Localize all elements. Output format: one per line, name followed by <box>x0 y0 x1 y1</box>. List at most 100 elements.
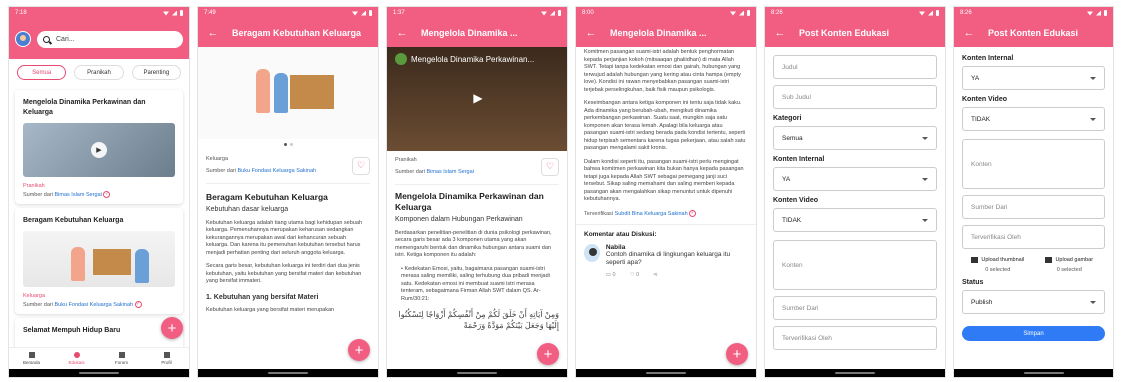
source-link[interactable]: Bimas Islam Sergai <box>55 192 102 198</box>
verified-link[interactable]: Subdit Bina Keluarga Sakinah <box>615 210 688 216</box>
konten-field[interactable]: Konten <box>773 240 937 290</box>
wifi-icon <box>730 11 736 16</box>
add-fab[interactable]: + <box>726 343 748 365</box>
play-icon[interactable]: ▶ <box>91 142 107 158</box>
judul-field[interactable]: Judul <box>773 55 937 79</box>
carousel-dots <box>198 143 378 146</box>
card-source: Sumber dari Buku Fondasi Keluarga Sakina… <box>23 301 175 308</box>
search-icon <box>43 35 50 43</box>
app-bar: ← Mengelola Dinamika ... <box>387 19 567 47</box>
carousel-dot[interactable] <box>283 143 287 146</box>
status-time: 7:18 <box>15 10 27 16</box>
play-icon[interactable]: ▶ <box>469 89 487 107</box>
battery-icon <box>1104 10 1107 16</box>
avatar[interactable] <box>15 31 31 47</box>
system-nav-bar <box>387 369 567 377</box>
upload-thumbnail-button[interactable]: Upload thumbnail 0 selected <box>962 257 1034 273</box>
video-player[interactable]: Mengelola Dinamika Perkawinan... ▶ <box>387 47 567 151</box>
upload-row: Upload thumbnail 0 selected Upload gamba… <box>962 257 1105 273</box>
wifi-icon <box>919 11 925 16</box>
commenter-name: Nabila <box>605 243 626 251</box>
add-fab[interactable]: + <box>537 343 559 365</box>
verifikasi-field[interactable]: Terverifikasi Oleh <box>773 326 937 350</box>
article-paragraph: Keseimbangan antara ketiga komponen ini … <box>584 100 746 151</box>
share-icon[interactable]: ⋖ <box>653 272 658 278</box>
nav-profil[interactable]: Profil <box>144 348 189 369</box>
chip-semua[interactable]: Semua <box>17 65 67 80</box>
article-subheading: Komponen dalam Hubungan Perkawinan <box>395 216 523 223</box>
nav-beranda[interactable]: Beranda <box>9 348 54 369</box>
konten-video-select[interactable]: TIDAK <box>962 107 1105 131</box>
source-link[interactable]: Buku Fondasi Keluarga Sakinah <box>238 168 317 174</box>
status-time: 8:26 <box>771 10 783 16</box>
upload-thumbnail-label: Upload thumbnail <box>981 257 1025 263</box>
status-value: Publish <box>971 298 993 306</box>
nav-edukasi[interactable]: Edukasi <box>54 348 99 369</box>
nav-forum[interactable]: Forum <box>99 348 144 369</box>
signal-icon <box>1096 10 1101 16</box>
card-category: Keluarga <box>23 293 46 299</box>
sumber-field[interactable]: Sumber Dari <box>962 195 1105 219</box>
content-card[interactable]: Beragam Kebutuhan Keluarga Keluarga Sumb… <box>15 208 183 314</box>
article-subheading: Kebutuhan dasar keluarga <box>206 206 289 213</box>
konten-field[interactable]: Konten <box>962 139 1105 189</box>
reply-button[interactable]: ▭ 0 <box>606 272 616 278</box>
status-bar: 8:26 <box>765 7 945 19</box>
status-bar: 8:00 <box>576 7 756 19</box>
source-prefix: Sumber dari <box>23 191 53 198</box>
card-category: Pranikah <box>23 183 45 189</box>
konten-internal-select[interactable]: YA <box>773 167 937 191</box>
dropdown-caret-icon <box>1090 300 1096 304</box>
konten-internal-select[interactable]: YA <box>962 66 1105 90</box>
kategori-label: Kategori <box>773 115 802 122</box>
article-paragraph: Berdasarkan penelitian-penelitian di dun… <box>395 229 552 259</box>
add-fab[interactable]: + <box>348 339 370 361</box>
bullet-text: Kedekatan Emosi, yaitu, bagaimana pasang… <box>401 265 550 302</box>
chip-parenting[interactable]: Parenting <box>131 65 181 80</box>
simpan-button[interactable]: Simpan <box>962 326 1105 341</box>
screen-article-kebutuhan: 7:49 ← Beragam Kebutuhan Keluarga Keluar… <box>197 6 379 378</box>
source-prefix: Sumber dari <box>395 168 425 175</box>
back-arrow-icon[interactable]: ← <box>962 26 976 40</box>
card-title: Beragam Kebutuhan Keluarga <box>23 217 124 224</box>
nav-label: Edukasi <box>68 360 85 365</box>
back-arrow-icon[interactable]: ← <box>584 26 598 40</box>
illustration-shelf <box>290 75 334 109</box>
screen-article-comments: 8:00 ← Mengelola Dinamika ... Komitmen p… <box>575 6 757 378</box>
image-icon <box>1045 257 1053 263</box>
status-time: 8:00 <box>582 10 594 16</box>
header: Cari... <box>9 19 189 59</box>
comment-section: Komentar atau Diskusi: Nabila Contoh din… <box>576 223 756 284</box>
verified-icon: ✓ <box>134 301 142 308</box>
status-time: 7:49 <box>204 10 216 16</box>
chip-pranikah[interactable]: Pranikah <box>74 65 124 80</box>
back-arrow-icon[interactable]: ← <box>395 26 409 40</box>
signal-icon <box>361 10 366 16</box>
battery-icon <box>936 10 939 16</box>
reply-count: 0 <box>612 271 616 278</box>
add-fab[interactable]: + <box>161 317 183 339</box>
screen-article-dinamika: 1:37 ← Mengelola Dinamika ... Mengelola … <box>386 6 568 378</box>
verifikasi-field[interactable]: Terverifikasi Oleh <box>962 225 1105 249</box>
sub-judul-field[interactable]: Sub Judul <box>773 85 937 109</box>
kategori-select[interactable]: Semua <box>773 126 937 150</box>
search-input[interactable]: Cari... <box>37 30 183 48</box>
upload-gambar-button[interactable]: Upload gambar 0 selected <box>1034 257 1106 273</box>
back-arrow-icon[interactable]: ← <box>206 26 220 40</box>
app-bar: ← Mengelola Dinamika ... <box>576 19 756 47</box>
source-link[interactable]: Buku Fondasi Keluarga Sakinah <box>55 302 134 308</box>
card-video-thumbnail[interactable]: ▶ <box>23 123 175 177</box>
favorite-button[interactable]: ♡ <box>541 157 559 176</box>
comment-text: Contoh dinamika di lingkungan keluarga i… <box>605 250 731 267</box>
back-arrow-icon[interactable]: ← <box>773 26 787 40</box>
sumber-field[interactable]: Sumber Dari <box>773 296 937 320</box>
carousel-dot[interactable] <box>289 143 293 146</box>
favorite-button[interactable]: ♡ <box>352 156 370 175</box>
nav-label: Beranda <box>22 360 40 365</box>
status-time: 1:37 <box>393 10 405 16</box>
status-select[interactable]: Publish <box>962 290 1105 314</box>
like-button[interactable]: ♡ 0 <box>630 272 640 278</box>
source-link[interactable]: Bimas Islam Sergai <box>427 169 474 175</box>
konten-video-select[interactable]: TIDAK <box>773 208 937 232</box>
content-card[interactable]: Mengelola Dinamika Perkawinan dan Keluar… <box>15 90 183 204</box>
